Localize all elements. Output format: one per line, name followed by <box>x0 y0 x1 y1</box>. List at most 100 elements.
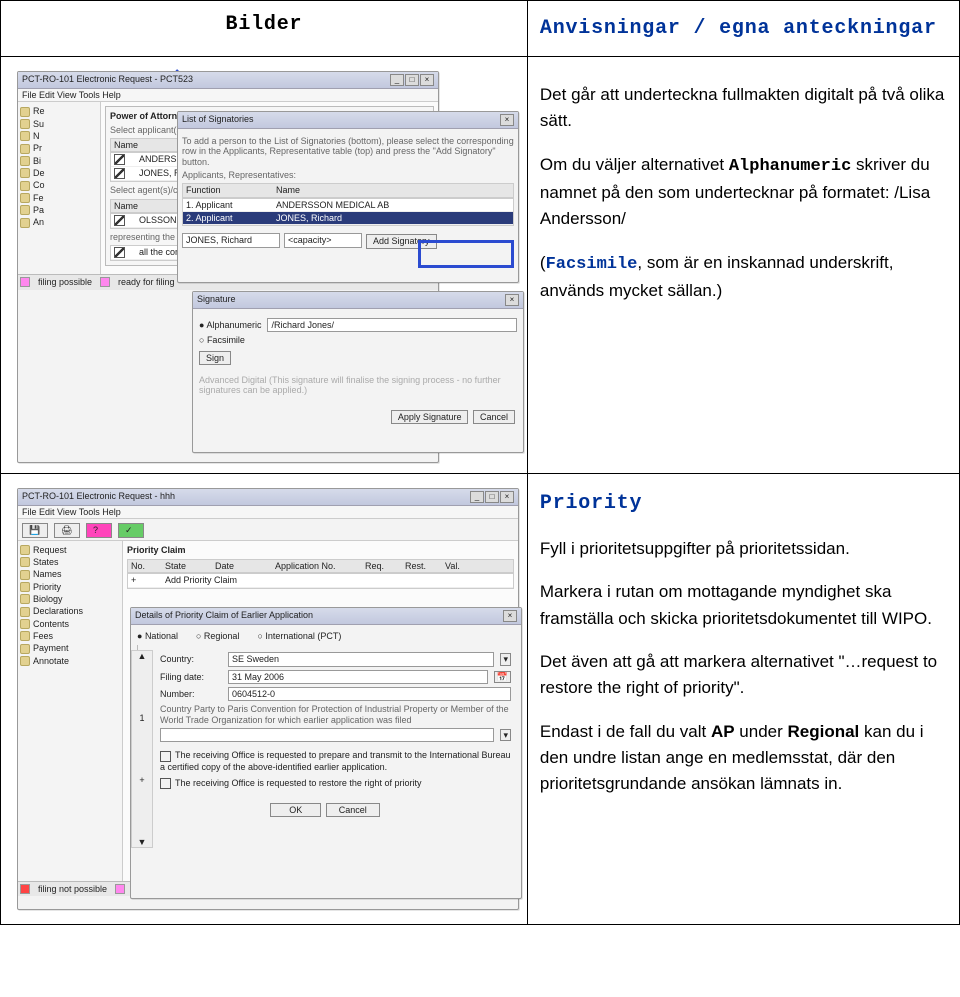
add-priority-row[interactable]: +Add Priority Claim <box>128 574 513 587</box>
apply-signature-button[interactable]: Apply Signature <box>391 410 469 424</box>
number-input[interactable]: 0604512-0 <box>228 687 511 701</box>
cancel-button[interactable]: Cancel <box>326 803 380 817</box>
checkbox-icon[interactable] <box>114 154 125 165</box>
checkbox-row[interactable]: The receiving Office is requested to res… <box>160 778 511 789</box>
spin-up-icon[interactable]: ▲ <box>138 651 147 661</box>
toolbar-button[interactable]: 🖨 <box>54 523 80 537</box>
priority-table-header: No. State Date Application No. Req. Rest… <box>127 559 514 573</box>
cancel-button[interactable]: Cancel <box>473 410 515 424</box>
radio-regional[interactable]: Regional <box>196 631 239 641</box>
dialog-title: Signature <box>197 294 236 306</box>
menu-bar[interactable]: File Edit View Tools Help <box>18 89 438 102</box>
list-item[interactable]: 1. ApplicantANDERSSON MEDICAL AB <box>183 199 513 212</box>
sidebar-item[interactable]: Request <box>20 544 120 556</box>
ok-button[interactable]: OK <box>270 803 321 817</box>
sidebar-item[interactable]: Fe <box>20 192 98 204</box>
sidebar-icon <box>20 619 30 629</box>
menu-bar[interactable]: File Edit View Tools Help <box>18 506 518 519</box>
sidebar-item[interactable]: N <box>20 130 98 142</box>
close-icon[interactable]: × <box>420 74 434 86</box>
sidebar-item[interactable]: States <box>20 556 120 568</box>
signature-input[interactable]: /Richard Jones/ <box>267 318 517 332</box>
sidebar-item[interactable]: Bi <box>20 155 98 167</box>
member-state-combo[interactable] <box>160 728 494 742</box>
sidebar-item[interactable]: Pr <box>20 142 98 154</box>
radio-alphanumeric[interactable]: Alphanumeric <box>199 320 261 330</box>
paragraph: Endast i de fall du valt AP under Region… <box>540 719 947 798</box>
sidebar-item[interactable]: Payment <box>20 642 120 654</box>
sidebar-icon <box>20 193 30 203</box>
sidebar-item[interactable]: An <box>20 216 98 228</box>
dropdown-icon[interactable]: ▾ <box>500 729 511 741</box>
country-combo[interactable]: SE Sweden <box>228 652 494 666</box>
sidebar-item[interactable]: Biology <box>20 593 120 605</box>
toolbar-button[interactable]: ✓ <box>118 523 144 537</box>
paragraph: Om du väljer alternativet Alphanumeric s… <box>540 152 947 233</box>
sidebar-item[interactable]: Co <box>20 179 98 191</box>
spin-plus-icon[interactable]: + <box>139 775 144 785</box>
sidebar-item[interactable]: Names <box>20 568 120 580</box>
sign-button[interactable]: Sign <box>199 351 231 365</box>
close-icon[interactable]: × <box>503 610 517 622</box>
sidebar-item[interactable]: Annotate <box>20 655 120 667</box>
min-icon[interactable]: _ <box>390 74 404 86</box>
radio-facsimile[interactable]: Facsimile <box>199 335 245 345</box>
dropdown-icon[interactable]: ▾ <box>500 653 511 665</box>
sidebar-item[interactable]: Su <box>20 118 98 130</box>
sidebar-item[interactable]: Fees <box>20 630 120 642</box>
country-label: Country: <box>160 654 222 664</box>
list-item-selected[interactable]: 2. ApplicantJONES, Richard <box>183 212 513 225</box>
checkbox-row[interactable]: The receiving Office is requested to pre… <box>160 750 511 771</box>
status-icon <box>20 277 30 287</box>
spin-down-icon[interactable]: ▼ <box>138 837 147 847</box>
signatory-name-combo[interactable]: JONES, Richard <box>182 233 280 247</box>
spin-value: 1 <box>139 713 144 723</box>
sidebar-icon <box>20 156 30 166</box>
window-controls[interactable]: _□× <box>470 491 514 503</box>
max-icon[interactable]: □ <box>485 491 499 503</box>
window-controls[interactable]: × <box>503 610 517 622</box>
signature-dialog: Signature × Alphanumeric /Richard Jones/… <box>192 291 524 453</box>
spinner-nav[interactable]: ▲ 1 + ▼ <box>131 650 153 848</box>
sidebar-item[interactable]: Pa <box>20 204 98 216</box>
sidebar: Re Su N Pr Bi De Co Fe Pa An <box>18 102 101 274</box>
instructions-1: Det går att underteckna fullmakten digit… <box>528 57 959 473</box>
sidebar: Request States Names Priority Biology De… <box>18 541 123 881</box>
dialog-title: List of Signatories <box>182 114 254 126</box>
paragraph: Fyll i prioritetsuppgifter på prioritets… <box>540 536 947 562</box>
checkbox-icon[interactable] <box>114 247 125 258</box>
max-icon[interactable]: □ <box>405 74 419 86</box>
filing-date-label: Filing date: <box>160 672 222 682</box>
close-icon[interactable]: × <box>500 114 514 126</box>
toolbar-button[interactable]: 💾 <box>22 523 48 537</box>
radio-international[interactable]: International (PCT) <box>257 631 341 641</box>
window-title: PCT-RO-101 Electronic Request - PCT523 <box>22 74 193 86</box>
sidebar-item[interactable]: De <box>20 167 98 179</box>
sidebar-item[interactable]: Re <box>20 105 98 117</box>
toolbar-button[interactable]: ? <box>86 523 112 537</box>
status-icon <box>115 884 125 894</box>
sidebar-item[interactable]: Priority <box>20 581 120 593</box>
close-icon[interactable]: × <box>500 491 514 503</box>
calendar-icon[interactable]: 📅 <box>494 671 511 683</box>
checkbox-icon[interactable] <box>114 215 125 226</box>
window-controls[interactable]: _□× <box>390 74 434 86</box>
sidebar-item[interactable]: Declarations <box>20 605 120 617</box>
radio-national[interactable]: National <box>137 631 178 641</box>
list-header: FunctionName <box>182 183 514 197</box>
signatories-dialog: List of Signatories × To add a person to… <box>177 111 519 283</box>
status-icon <box>100 277 110 287</box>
window-controls[interactable]: × <box>500 114 514 126</box>
sidebar-icon <box>20 144 30 154</box>
min-icon[interactable]: _ <box>470 491 484 503</box>
filing-date-input[interactable]: 31 May 2006 <box>228 670 488 684</box>
disabled-note: Advanced Digital (This signature will fi… <box>199 375 517 396</box>
checkbox-icon[interactable] <box>160 751 171 762</box>
checkbox-icon[interactable] <box>114 168 125 179</box>
sidebar-icon <box>20 607 30 617</box>
window-controls[interactable]: × <box>505 294 519 306</box>
capacity-combo[interactable]: <capacity> <box>284 233 362 247</box>
sidebar-item[interactable]: Contents <box>20 618 120 630</box>
close-icon[interactable]: × <box>505 294 519 306</box>
checkbox-icon[interactable] <box>160 778 171 789</box>
